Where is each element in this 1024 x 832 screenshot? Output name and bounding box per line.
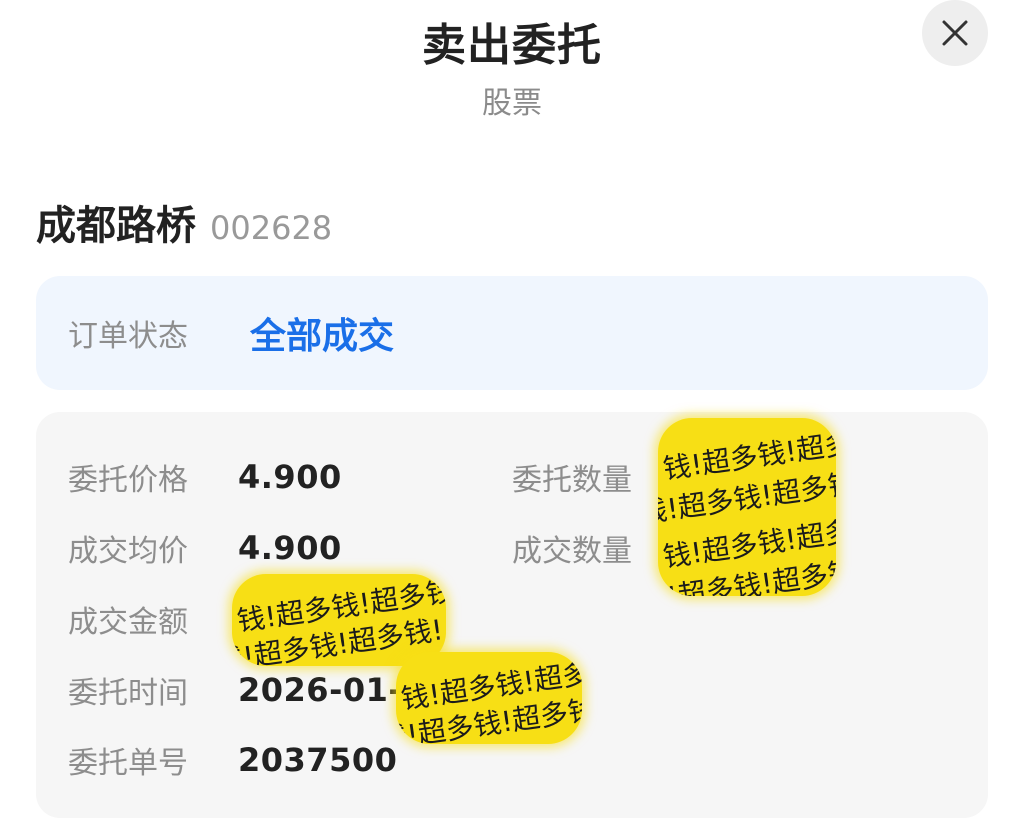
order-status-card: 订单状态 全部成交 xyxy=(36,276,988,390)
entrust-price-value: 4.900 xyxy=(238,458,342,496)
privacy-sticker: 钱!超多钱!超多钱! 钱!超多钱!超多钱! xyxy=(396,652,582,744)
entrust-time-value: 2026-01- xyxy=(238,671,403,709)
avg-price-value: 4.900 xyxy=(238,529,342,567)
entrust-price-label: 委托价格 xyxy=(68,463,188,498)
field-order-no: 委托单号 2037500 xyxy=(68,735,397,785)
sell-order-detail-page: 卖出委托 股票 成都路桥 002628 订单状态 全部成交 委托价格 4.900… xyxy=(0,0,1024,832)
deal-qty-label: 成交数量 xyxy=(512,534,632,569)
field-entrust-qty: 委托数量 xyxy=(512,452,682,502)
entrust-time-label: 委托时间 xyxy=(68,676,188,711)
deal-amount-label: 成交金额 xyxy=(68,605,188,640)
privacy-sticker: 钱!超多钱!超多钱! 钱!超多钱!超多钱! 钱!超多钱!超多钱! 钱!超多钱!超… xyxy=(658,418,836,596)
order-no-value: 2037500 xyxy=(238,741,398,779)
order-status-value: 全部成交 xyxy=(250,316,395,357)
avg-price-label: 成交均价 xyxy=(68,534,188,569)
page-title: 卖出委托 xyxy=(422,20,602,71)
order-detail-card: 委托价格 4.900 委托数量 成交均价 4.900 成交数量 成交金额 委托时… xyxy=(36,412,988,818)
field-avg-price: 成交均价 4.900 xyxy=(68,523,342,573)
stock-code: 002628 xyxy=(210,209,333,247)
field-entrust-time: 委托时间 2026-01- xyxy=(68,665,402,715)
field-deal-qty: 成交数量 xyxy=(512,523,682,573)
entrust-qty-label: 委托数量 xyxy=(512,463,632,498)
order-status-label: 订单状态 xyxy=(68,319,188,354)
close-icon xyxy=(942,20,968,46)
stock-header: 成都路桥 002628 xyxy=(36,196,332,258)
privacy-sticker: 钱!超多钱!超多钱! 钱!超多钱!超多钱! xyxy=(232,574,446,666)
field-entrust-price: 委托价格 4.900 xyxy=(68,452,342,502)
order-no-label: 委托单号 xyxy=(68,746,188,781)
close-button[interactable] xyxy=(922,0,988,66)
stock-name: 成都路桥 xyxy=(36,203,196,249)
field-deal-amount: 成交金额 xyxy=(68,594,238,644)
page-subtitle: 股票 xyxy=(482,86,542,121)
